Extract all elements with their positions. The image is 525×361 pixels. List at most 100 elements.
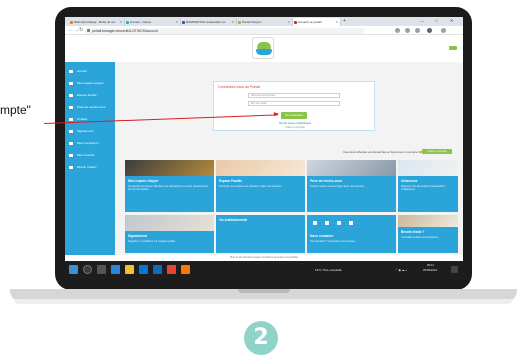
family-icon	[69, 93, 73, 97]
task-view-icon[interactable]	[97, 265, 106, 274]
sidebar-item-citizen-space[interactable]: Mon espace citoyen	[69, 80, 104, 87]
card-image	[398, 215, 458, 227]
mail-favicon-icon	[70, 20, 73, 24]
close-tab-icon[interactable]: ✕	[335, 18, 338, 26]
card-help[interactable]: Besoin d'aide ? Consultez la foire aux q…	[398, 215, 458, 253]
lock-icon	[87, 29, 90, 32]
browser-toolbar: ← → ↻ portail.benagen-leucenth/LOTWOS/ac…	[65, 26, 463, 35]
file-explorer-icon[interactable]	[125, 265, 134, 274]
sidebar-item-label: Contact	[77, 117, 88, 121]
login-title: Connectez-vous au Portail	[218, 85, 261, 89]
card-urbanism[interactable]: Urbanisme Déposez vos demandes d'autoris…	[398, 160, 458, 212]
back-arrow-icon[interactable]: ←	[68, 26, 73, 35]
card-image	[125, 160, 214, 176]
tab-label: Portail Citoyen	[242, 20, 262, 24]
password-field[interactable]: Mot de passe	[248, 101, 340, 106]
login-button[interactable]: Se connecter	[281, 112, 307, 119]
browser-tab[interactable]: NOMINATION restauration sc ✕	[181, 18, 237, 26]
mail-icon	[313, 221, 317, 225]
laptop-shadow	[14, 299, 513, 304]
sidebar-item-help[interactable]: Besoin d'aide?	[69, 164, 97, 171]
card-image	[398, 160, 458, 176]
create-account-link[interactable]: Créer un compte	[264, 126, 326, 129]
portal-favicon-icon	[238, 20, 241, 24]
browser-tab[interactable]: Portail Citoyen ✕	[237, 18, 293, 26]
browser-tab[interactable]: Accueil - Canva ✕	[125, 18, 181, 26]
site-favicon-icon	[182, 20, 185, 24]
tray-icons[interactable]: ⌃ ◉ ☁ ◐	[395, 266, 407, 274]
maximize-button[interactable]: □	[435, 17, 437, 25]
close-window-button[interactable]: ✕	[450, 17, 453, 25]
mail-app-icon[interactable]	[153, 265, 162, 274]
browser-tab-active[interactable]: Accueil | le portail ✕	[293, 18, 341, 26]
close-tab-icon[interactable]: ✕	[119, 18, 122, 26]
portal-favicon-icon	[294, 20, 297, 24]
chrome-icon[interactable]	[167, 265, 176, 274]
card-text: Signalez un problème sur l'espace public…	[128, 240, 176, 243]
card-institutional[interactable]: Vie institutionnelle	[216, 215, 305, 253]
login-panel: Connectez-vous au Portail Adresse électr…	[213, 81, 375, 131]
town-logo[interactable]	[252, 37, 274, 59]
at-sign-icon	[337, 221, 341, 225]
sidebar-item-registrations[interactable]: Mes inscriptions	[69, 140, 99, 147]
logo-leaf-shape	[257, 42, 271, 49]
card-contact[interactable]: Nous contacter Une question ? Contactez …	[307, 215, 396, 253]
search-icon[interactable]	[83, 265, 92, 274]
profile-avatar[interactable]	[427, 28, 432, 33]
card-text: Consultez la foire aux questions.	[401, 236, 439, 239]
edge-icon[interactable]	[111, 265, 120, 274]
browser-tab[interactable]: Webmail Orange - Boîte de réc ✕	[69, 18, 125, 26]
card-image	[125, 215, 214, 231]
windows-start-icon[interactable]	[69, 265, 78, 274]
email-field[interactable]: Adresse électronique	[248, 93, 340, 98]
logo-wave-shape	[256, 49, 272, 55]
sidebar-item-label: Mes contacts	[77, 153, 95, 157]
tab-label: Accueil | le portail	[298, 20, 322, 24]
close-tab-icon[interactable]: ✕	[175, 18, 178, 26]
weather-status[interactable]: 19°C Très ensoleillé	[315, 266, 342, 274]
extension-icon[interactable]	[415, 28, 420, 33]
url-text: portail.benagen-leucenth/LOTWOS/account	[92, 28, 158, 33]
sidebar-item-label: Signalement	[77, 129, 94, 133]
clock-date[interactable]: 26/06/2024	[423, 268, 437, 273]
app-icon[interactable]	[181, 265, 190, 274]
card-family[interactable]: Espace Famille Inscrivez vos enfants aux…	[216, 160, 305, 212]
card-citizen-space[interactable]: Mon espace citoyen Connectez-vous pour e…	[125, 160, 214, 212]
card-text: Prenez rendez-vous en ligne avec nos ser…	[310, 185, 366, 188]
forgot-password-link[interactable]: Mot de passe oublié/bloqué	[264, 122, 326, 125]
star-icon[interactable]	[405, 28, 410, 33]
windows-taskbar: 19°C Très ensoleillé ⌃ ◉ ☁ ◐ 09:11 26/06…	[65, 261, 463, 279]
location-pin-icon	[349, 221, 353, 225]
close-tab-icon[interactable]: ✕	[287, 18, 290, 26]
minimize-button[interactable]: —	[420, 17, 424, 25]
tab-label: Webmail Orange - Boîte de réc	[74, 20, 116, 24]
address-bar[interactable]: portail.benagen-leucenth/LOTWOS/account	[85, 27, 365, 34]
create-account-button[interactable]: Créer un compte	[422, 149, 452, 154]
extension-icon[interactable]	[395, 28, 400, 33]
sidebar-item-contacts[interactable]: Mes contacts	[69, 152, 95, 159]
menu-dots-icon[interactable]	[441, 28, 446, 33]
store-icon[interactable]	[139, 265, 148, 274]
portal-page: Accueil Mon espace citoyen Espace famill…	[65, 36, 463, 261]
card-appointments[interactable]: Prise de rendez-vous Prenez rendez-vous …	[307, 160, 396, 212]
sidebar-item-appointments[interactable]: Prise de rendez-vous	[69, 104, 105, 111]
sidebar-item-home[interactable]: Accueil	[69, 68, 87, 75]
new-tab-button[interactable]: +	[343, 18, 346, 25]
step-number-badge: 2	[244, 321, 278, 355]
list-icon	[69, 141, 73, 145]
card-report[interactable]: Signalement Signalez un problème sur l'e…	[125, 215, 214, 253]
reload-icon[interactable]: ↻	[79, 26, 83, 35]
sidebar-item-report[interactable]: Signalement	[69, 128, 94, 135]
sidebar-item-label: Mon espace citoyen	[77, 81, 104, 85]
notifications-icon[interactable]	[451, 266, 458, 273]
account-note: Vous avez effectué vos démarches en lign…	[343, 150, 424, 154]
laptop-screen: Webmail Orange - Boîte de réc ✕ Accueil …	[65, 17, 463, 279]
laptop-notch	[238, 289, 290, 293]
canva-favicon-icon	[126, 20, 129, 24]
header-badge[interactable]	[449, 46, 457, 50]
sidebar-item-family[interactable]: Espace famille	[69, 92, 97, 99]
tab-label: Accueil - Canva	[130, 20, 152, 24]
user-icon	[69, 81, 73, 85]
close-tab-icon[interactable]: ✕	[231, 18, 234, 26]
warning-icon	[69, 129, 73, 133]
